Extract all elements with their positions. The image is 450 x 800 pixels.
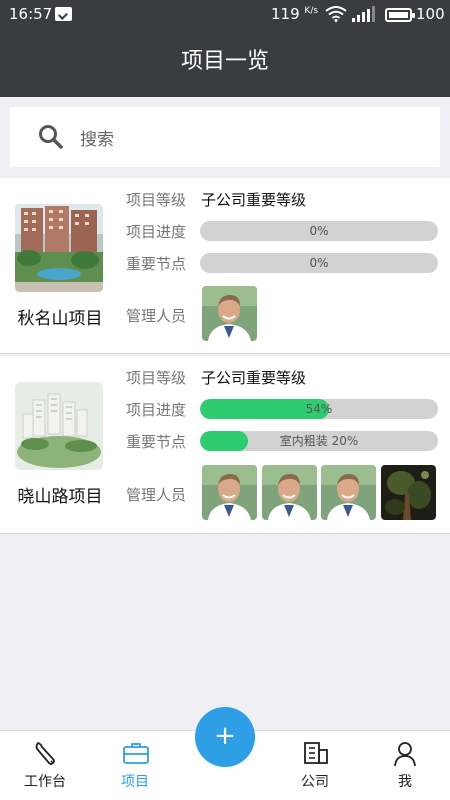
node-text: 室内粗装 20%	[279, 434, 359, 448]
network-speed-value: 119	[271, 5, 300, 23]
manager-label: 管理人员	[126, 307, 187, 325]
battery-level: 100	[416, 5, 445, 23]
node-bar: 室内粗装 20%	[200, 431, 438, 451]
tab-label: 项目	[121, 774, 149, 790]
project-name: 晓山路项目	[17, 487, 103, 507]
search-placeholder: 搜索	[80, 130, 114, 150]
wrench-icon	[35, 741, 55, 765]
avatar-man-icon	[262, 465, 317, 520]
battery-icon	[385, 8, 415, 22]
tab-label: 工作台	[24, 774, 66, 790]
avatar[interactable]	[381, 465, 436, 520]
signal-icon	[352, 6, 375, 22]
search-input[interactable]: 搜索	[10, 107, 440, 167]
tab-company[interactable]: 公司	[270, 731, 360, 800]
project-card[interactable]: 晓山路项目 项目等级 子公司重要等级 项目进度 54% 重要节点 室内粗装 20…	[0, 356, 450, 534]
plus-icon: +	[214, 721, 236, 751]
project-card[interactable]: 秋名山项目 项目等级 子公司重要等级 项目进度 0% 重要节点 0% 管理人员	[0, 178, 450, 354]
level-value: 子公司重要等级	[201, 191, 307, 209]
add-button[interactable]: +	[195, 707, 255, 767]
network-speed-unit: K/s	[304, 6, 319, 16]
avatar-man-icon	[202, 286, 257, 341]
manager-label: 管理人员	[126, 486, 187, 504]
person-icon	[394, 742, 416, 767]
level-label: 项目等级	[126, 191, 187, 209]
search-icon	[39, 125, 63, 149]
avatar[interactable]	[202, 465, 257, 520]
progress-label: 项目进度	[126, 223, 187, 241]
avatar-dark-icon	[381, 465, 436, 520]
status-bar: 16:57 119 K/s 100	[0, 0, 450, 30]
tab-projects[interactable]: 项目	[90, 731, 180, 800]
avatar[interactable]	[202, 286, 257, 341]
node-text: 0%	[309, 256, 329, 270]
avatar[interactable]	[321, 465, 376, 520]
progress-bar: 54%	[200, 399, 438, 419]
tab-label: 公司	[301, 774, 329, 790]
level-value: 子公司重要等级	[201, 369, 307, 387]
network-speed: 119 K/s	[271, 5, 318, 23]
status-time: 16:57	[9, 5, 53, 23]
progress-text: 54%	[305, 402, 333, 416]
tab-workbench[interactable]: 工作台	[0, 731, 90, 800]
project-name: 秋名山项目	[17, 309, 103, 329]
building-photo-icon	[15, 204, 103, 292]
building-photo-icon	[15, 382, 103, 470]
tab-me[interactable]: 我	[360, 731, 450, 800]
page-title: 项目一览	[0, 30, 450, 97]
level-label: 项目等级	[126, 369, 187, 387]
project-thumbnail	[15, 382, 103, 470]
building-icon	[304, 742, 328, 764]
tab-label: 我	[398, 774, 412, 790]
briefcase-icon	[123, 743, 149, 764]
notification-icon	[55, 7, 72, 21]
wifi-icon	[325, 6, 347, 22]
progress-bar: 0%	[200, 221, 438, 241]
progress-text: 0%	[309, 224, 329, 238]
avatar[interactable]	[262, 465, 317, 520]
project-thumbnail	[15, 204, 103, 292]
avatar-man-icon	[202, 465, 257, 520]
node-bar: 0%	[200, 253, 438, 273]
node-label: 重要节点	[126, 433, 187, 451]
progress-label: 项目进度	[126, 401, 187, 419]
node-label: 重要节点	[126, 255, 187, 273]
avatar-man-icon	[321, 465, 376, 520]
